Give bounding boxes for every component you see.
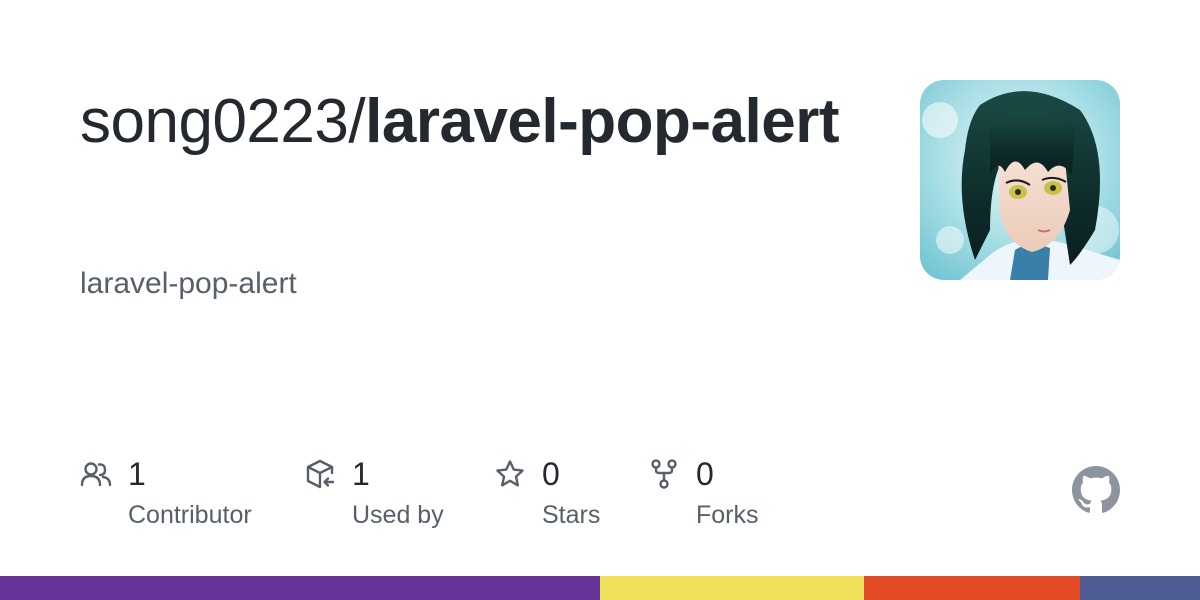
stat-used-by[interactable]: 1 Used by xyxy=(304,454,504,544)
repo-owner[interactable]: song0223/ xyxy=(80,87,366,156)
owner-avatar[interactable] xyxy=(920,80,1120,280)
stat-label: Contributor xyxy=(128,501,252,529)
repo-social-card: song0223/laravel-pop-alert laravel-pop-a… xyxy=(0,0,1200,600)
repo-title[interactable]: song0223/laravel-pop-alert xyxy=(80,84,840,160)
people-icon xyxy=(80,462,112,487)
repo-description: laravel-pop-alert xyxy=(80,267,297,300)
stat-label: Stars xyxy=(542,501,601,529)
repo-forked-icon xyxy=(651,459,677,489)
language-segment xyxy=(600,576,864,600)
github-mark-icon[interactable] xyxy=(1072,466,1120,514)
stat-value: 1 xyxy=(128,456,146,492)
stat-value: 0 xyxy=(696,456,714,492)
stat-stars[interactable]: 0 Stars xyxy=(494,454,644,544)
stat-value: 1 xyxy=(352,456,370,492)
stat-value: 0 xyxy=(542,456,560,492)
anime-avatar-image xyxy=(920,80,1120,280)
language-bar xyxy=(0,576,1200,600)
stat-forks[interactable]: 0 Forks xyxy=(648,454,808,544)
language-segment xyxy=(0,576,600,600)
package-dependents-icon xyxy=(306,459,335,489)
star-icon xyxy=(496,460,524,487)
language-segment xyxy=(864,576,1080,600)
stat-label: Used by xyxy=(352,501,444,529)
stat-label: Forks xyxy=(696,501,759,529)
language-segment xyxy=(1080,576,1200,600)
repo-name[interactable]: laravel-pop-alert xyxy=(365,87,839,156)
stat-contributors[interactable]: 1 Contributor xyxy=(80,454,300,544)
repo-stats: 1 Contributor 1 Used by 0 Stars 0 Forks xyxy=(80,454,900,544)
